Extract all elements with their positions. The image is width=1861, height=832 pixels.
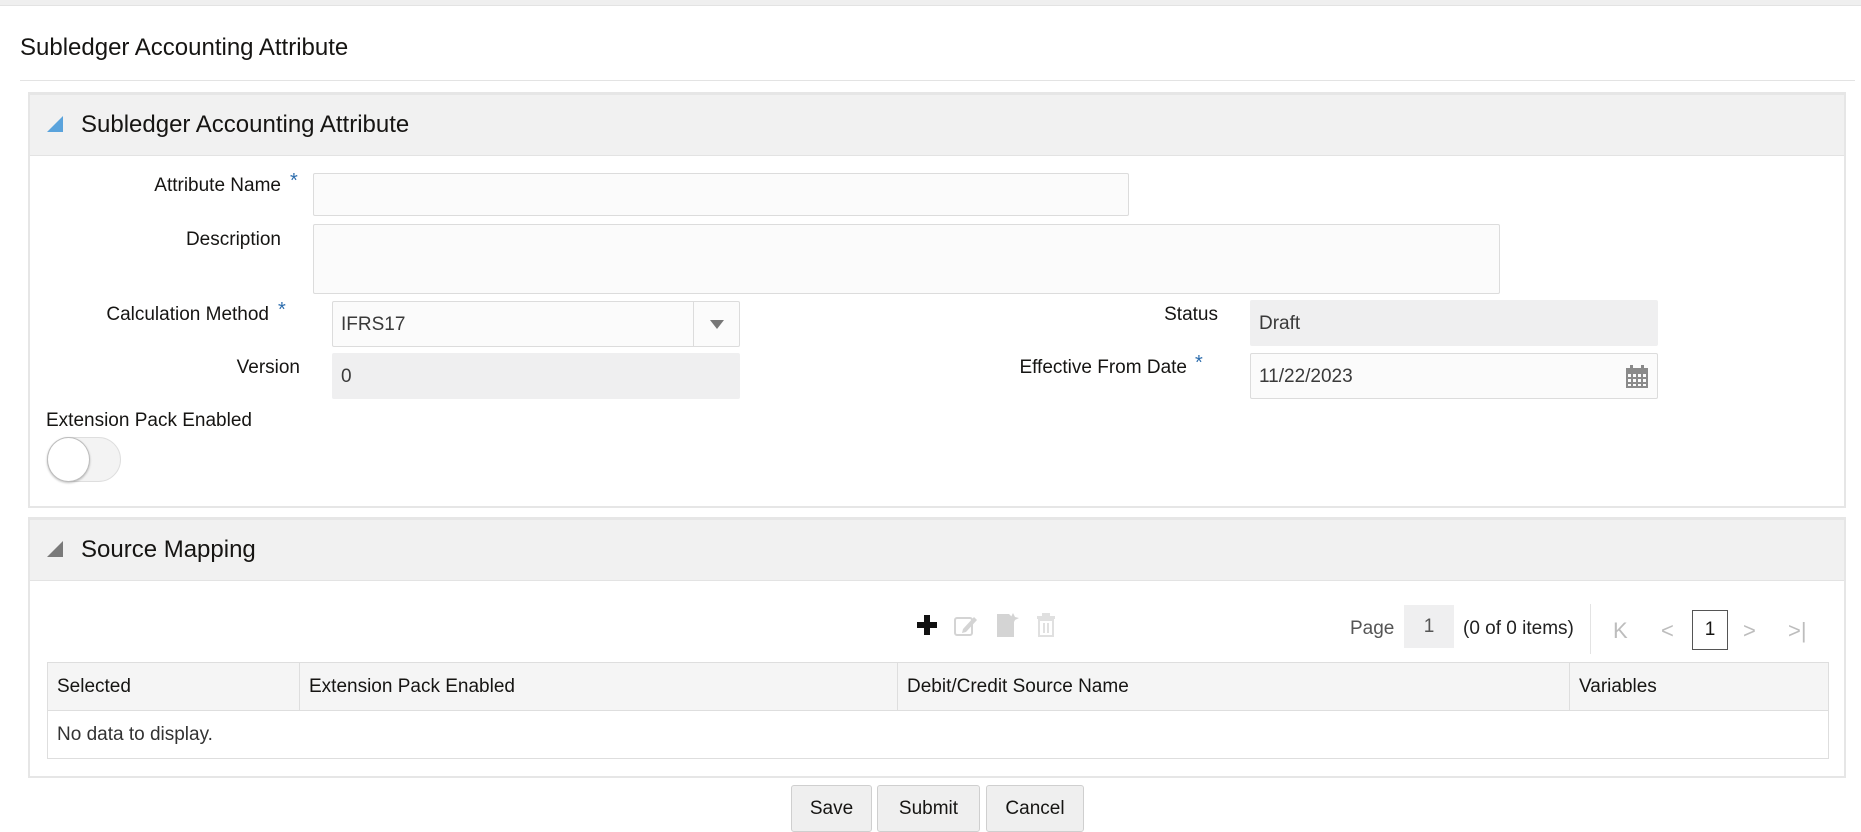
page-number-input[interactable]: 1 [1404, 605, 1454, 648]
add-icon[interactable] [914, 612, 940, 638]
empty-table-message: No data to display. [57, 724, 213, 745]
calculation-method-label: Calculation Method [106, 304, 269, 325]
details-panel-title: Subledger Accounting Attribute [81, 111, 410, 138]
delete-icon[interactable] [1033, 612, 1059, 638]
description-label: Description [185, 229, 281, 250]
attribute-name-input[interactable] [313, 173, 1129, 216]
save-button[interactable]: Save [791, 785, 872, 832]
previous-page-icon[interactable]: < [1661, 618, 1674, 644]
column-header-variables[interactable]: Variables [1570, 663, 1828, 710]
cancel-button[interactable]: Cancel [986, 785, 1084, 832]
items-summary: (0 of 0 items) [1463, 618, 1574, 639]
toggle-knob [47, 437, 90, 482]
dropdown-button[interactable] [693, 302, 739, 346]
details-panel-header[interactable]: Subledger Accounting Attribute [30, 95, 1844, 156]
required-asterisk: * [1195, 352, 1203, 374]
table-header-row: Selected Extension Pack Enabled Debit/Cr… [48, 663, 1828, 711]
top-bar [0, 0, 1861, 6]
column-header-extension-pack-enabled[interactable]: Extension Pack Enabled [300, 663, 898, 710]
source-mapping-panel-header[interactable]: Source Mapping [30, 520, 1844, 581]
effective-from-date-label: Effective From Date [1019, 357, 1187, 378]
collapse-triangle-icon[interactable] [47, 116, 63, 132]
edit-icon[interactable] [953, 612, 979, 638]
next-page-icon[interactable]: > [1743, 618, 1756, 644]
version-field: 0 [332, 353, 740, 399]
required-asterisk: * [290, 170, 298, 192]
calculation-method-select[interactable]: IFRS17 [332, 301, 740, 347]
first-page-icon[interactable]: K [1613, 618, 1628, 644]
status-label: Status [1164, 304, 1218, 325]
submit-button[interactable]: Submit [877, 785, 980, 832]
pager-divider [1590, 604, 1591, 654]
page-label: Page [1350, 618, 1395, 639]
title-divider [20, 80, 1855, 81]
attribute-name-label: Attribute Name [154, 175, 281, 196]
extension-pack-enabled-label: Extension Pack Enabled [46, 410, 252, 431]
source-mapping-table: Selected Extension Pack Enabled Debit/Cr… [47, 662, 1829, 759]
column-header-debit-credit-source-name[interactable]: Debit/Credit Source Name [898, 663, 1570, 710]
copy-icon[interactable] [994, 612, 1020, 638]
version-label: Version [236, 357, 300, 378]
current-page-button[interactable]: 1 [1692, 610, 1728, 650]
status-field: Draft [1250, 300, 1658, 346]
source-mapping-title: Source Mapping [81, 536, 256, 563]
effective-from-date-input[interactable]: 11/22/2023 [1250, 353, 1658, 399]
last-page-icon[interactable]: >| [1788, 618, 1807, 644]
collapse-triangle-icon[interactable] [47, 541, 63, 557]
column-header-selected[interactable]: Selected [48, 663, 300, 710]
extension-pack-enabled-toggle[interactable] [47, 437, 121, 482]
description-textarea[interactable] [313, 224, 1500, 294]
calendar-icon[interactable] [1625, 365, 1649, 389]
required-asterisk: * [278, 299, 286, 321]
chevron-down-icon [710, 320, 724, 329]
page-title: Subledger Accounting Attribute [20, 34, 349, 61]
